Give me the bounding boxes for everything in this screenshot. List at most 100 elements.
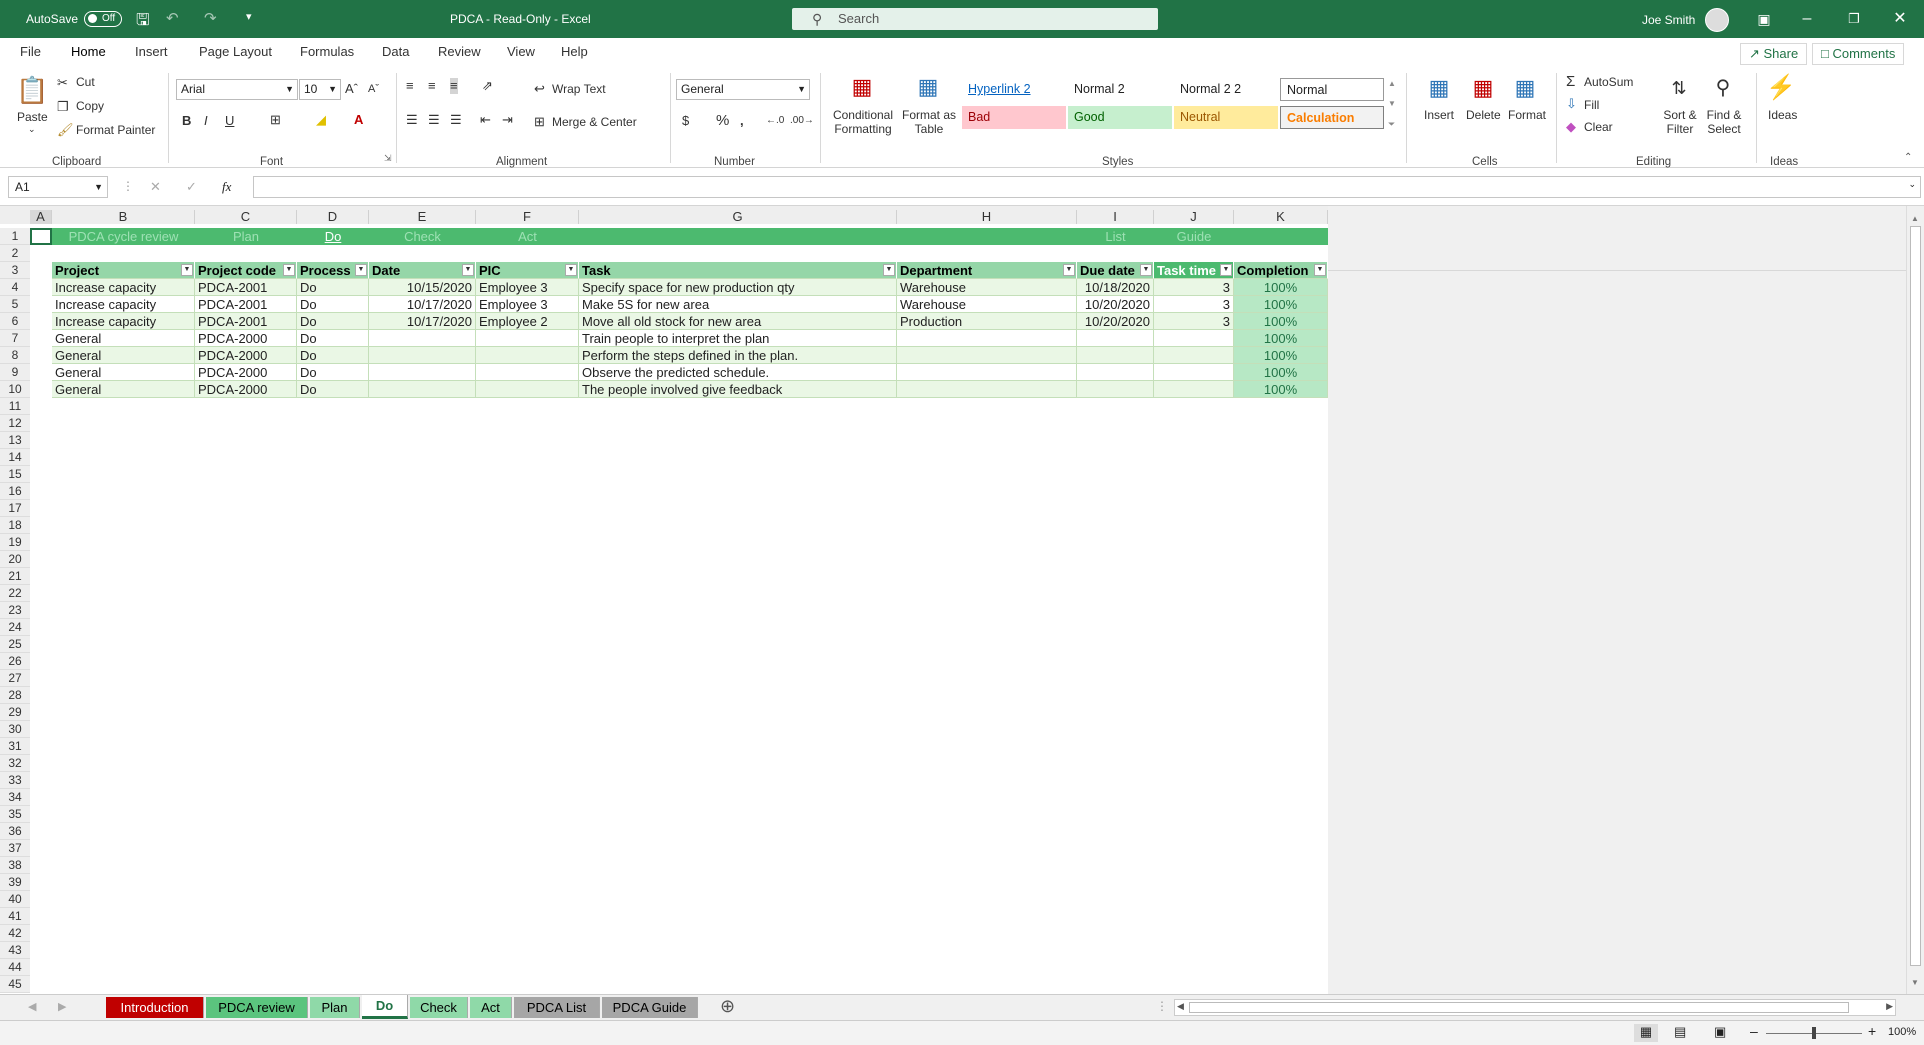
vertical-scrollbar[interactable]: ▲ ▼ <box>1906 206 1924 994</box>
row-header[interactable]: 27 <box>0 670 30 687</box>
row-header[interactable]: 42 <box>0 925 30 942</box>
header-pic[interactable]: PIC ▼ <box>476 262 579 279</box>
cell-completion[interactable]: 100% <box>1234 296 1328 313</box>
tab-splitter-icon[interactable]: ⋮ <box>1156 999 1168 1013</box>
row-header[interactable]: 32 <box>0 755 30 772</box>
cell-project-code[interactable]: PDCA-2001 <box>195 313 297 330</box>
row-header[interactable]: 36 <box>0 823 30 840</box>
align-right-icon[interactable]: ☰ <box>450 112 462 128</box>
row-header[interactable]: 3 <box>0 262 30 279</box>
cell-task[interactable]: Train people to interpret the plan <box>579 330 897 347</box>
format-painter-button[interactable]: Format Painter <box>76 123 155 137</box>
sheet-tab-pdca-list[interactable]: PDCA List <box>514 997 600 1018</box>
cell-pic[interactable] <box>476 330 579 347</box>
cell-department[interactable]: Warehouse <box>897 296 1077 313</box>
row-header[interactable]: 38 <box>0 857 30 874</box>
align-bottom-icon[interactable]: ≡ <box>450 78 458 94</box>
cell-project[interactable]: Increase capacity <box>52 313 195 330</box>
cell-completion[interactable]: 100% <box>1234 364 1328 381</box>
font-size-select[interactable]: 10 ▼ <box>299 79 341 100</box>
orientation-icon[interactable]: ⇗ <box>482 78 493 94</box>
column-header-c[interactable]: C <box>195 210 297 224</box>
horizontal-scrollbar[interactable]: ◀ ▶ <box>1174 999 1896 1016</box>
header-task[interactable]: Task ▼ <box>579 262 897 279</box>
row-header[interactable]: 7 <box>0 330 30 347</box>
cut-button[interactable]: Cut <box>76 75 95 89</box>
sheet-tab-check[interactable]: Check <box>410 997 468 1018</box>
sheet-tab-pdca-review[interactable]: PDCA review <box>206 997 308 1018</box>
row-header[interactable]: 14 <box>0 449 30 466</box>
align-middle-icon[interactable]: ≡ <box>428 78 436 94</box>
sheet-tab-introduction[interactable]: Introduction <box>106 997 204 1018</box>
redo-icon[interactable]: ↷ <box>204 9 217 27</box>
cell-pic[interactable]: Employee 3 <box>476 279 579 296</box>
cell-project-code[interactable]: PDCA-2001 <box>195 279 297 296</box>
cell-completion[interactable]: 100% <box>1234 347 1328 364</box>
cell-date[interactable] <box>369 364 476 381</box>
paste-button[interactable]: Paste <box>17 110 48 124</box>
align-top-icon[interactable]: ≡ <box>406 78 414 94</box>
column-header-a[interactable]: A <box>30 210 52 224</box>
row-header[interactable]: 12 <box>0 415 30 432</box>
merge-center-button[interactable]: Merge & Center <box>552 115 637 129</box>
sort-filter-button[interactable]: Sort & Filter <box>1658 108 1702 136</box>
cell-completion[interactable]: 100% <box>1234 279 1328 296</box>
cell-process[interactable]: Do <box>297 381 369 398</box>
cell-project[interactable]: General <box>52 330 195 347</box>
cell-department[interactable]: Production <box>897 313 1077 330</box>
font-color-icon[interactable]: A <box>354 112 363 128</box>
cell-process[interactable]: Do <box>297 330 369 347</box>
zoom-level[interactable]: 100% <box>1888 1026 1916 1038</box>
collapse-ribbon-icon[interactable]: ⌃ <box>1904 152 1912 163</box>
cell-task-time[interactable]: 3 <box>1154 313 1234 330</box>
cell-due-date[interactable] <box>1077 330 1154 347</box>
row-header[interactable]: 25 <box>0 636 30 653</box>
sheet-tab-pdca-guide[interactable]: PDCA Guide <box>602 997 698 1018</box>
row-header[interactable]: 37 <box>0 840 30 857</box>
page-layout-view-icon[interactable]: ▤ <box>1674 1024 1686 1040</box>
filter-dropdown-icon[interactable]: ▼ <box>1063 264 1075 276</box>
cell-department[interactable] <box>897 381 1077 398</box>
cell-project[interactable]: General <box>52 381 195 398</box>
styles-more-icon[interactable]: ⏷ <box>1388 116 1395 132</box>
cell-due-date[interactable]: 10/20/2020 <box>1077 296 1154 313</box>
cell-department[interactable] <box>897 330 1077 347</box>
header-date[interactable]: Date ▼ <box>369 262 476 279</box>
minimize-icon[interactable]: – <box>1795 8 1819 30</box>
tab-formulas[interactable]: Formulas <box>300 44 354 59</box>
cell-process[interactable]: Do <box>297 313 369 330</box>
filter-dropdown-icon[interactable]: ▼ <box>565 264 577 276</box>
row-header[interactable]: 22 <box>0 585 30 602</box>
filter-dropdown-icon[interactable]: ▼ <box>355 264 367 276</box>
styles-scroll-down-icon[interactable]: ▼ <box>1388 96 1396 112</box>
tab-scroll-left-icon[interactable]: ◀ <box>28 1000 36 1013</box>
cell-project-code[interactable]: PDCA-2001 <box>195 296 297 313</box>
nav-link-check[interactable]: Check <box>369 228 476 245</box>
zoom-out-icon[interactable]: – <box>1750 1023 1758 1039</box>
row-header[interactable]: 18 <box>0 517 30 534</box>
cell-date[interactable]: 10/17/2020 <box>369 296 476 313</box>
row-header[interactable]: 20 <box>0 551 30 568</box>
row-header[interactable]: 40 <box>0 891 30 908</box>
copy-button[interactable]: Copy <box>76 99 104 113</box>
select-all-corner[interactable] <box>0 206 30 224</box>
insert-cells-button[interactable]: Insert <box>1424 108 1454 122</box>
ribbon-display-icon[interactable]: ▣ <box>1752 8 1776 30</box>
header-due-date[interactable]: Due date ▼ <box>1077 262 1154 279</box>
cell-pic[interactable] <box>476 364 579 381</box>
nav-link-do[interactable]: Do <box>297 228 369 245</box>
autosum-button[interactable]: AutoSum <box>1584 75 1633 89</box>
vertical-scroll-thumb[interactable] <box>1910 226 1921 966</box>
font-dialog-launcher-icon[interactable]: ⇲ <box>384 153 392 164</box>
cancel-icon[interactable]: ✕ <box>150 179 161 195</box>
row-header[interactable]: 31 <box>0 738 30 755</box>
row-header[interactable]: 4 <box>0 279 30 296</box>
cell-department[interactable] <box>897 364 1077 381</box>
row-header[interactable]: 13 <box>0 432 30 449</box>
paste-dropdown-icon[interactable]: ⌄ <box>28 124 36 135</box>
header-department[interactable]: Department ▼ <box>897 262 1077 279</box>
page-break-view-icon[interactable]: ▣ <box>1714 1024 1726 1040</box>
tab-review[interactable]: Review <box>438 44 481 59</box>
find-select-button[interactable]: Find & Select <box>1702 108 1746 136</box>
row-header[interactable]: 23 <box>0 602 30 619</box>
